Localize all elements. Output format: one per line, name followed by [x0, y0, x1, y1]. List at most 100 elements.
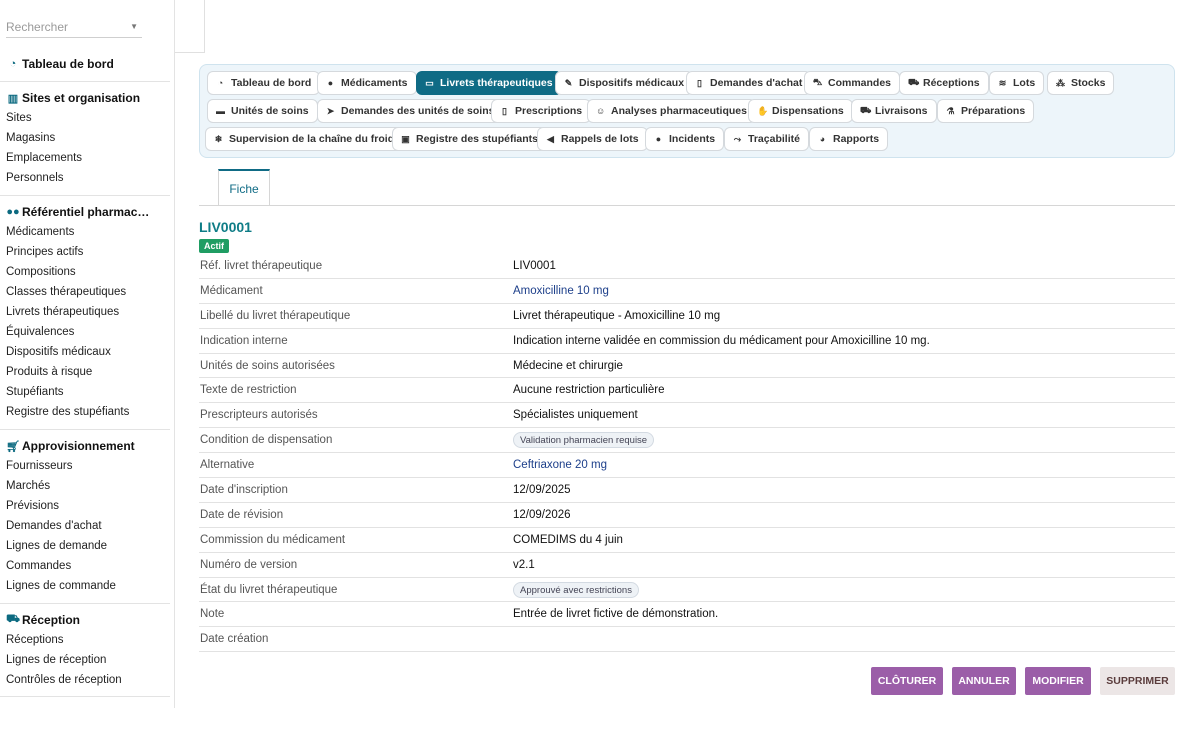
tab-commandes[interactable]: ⛍ Commandes [804, 71, 901, 95]
tab-preparations[interactable]: ⚗ Préparations [937, 99, 1035, 123]
sidebar-item-receptions[interactable]: Réceptions [0, 630, 170, 650]
bullhorn-icon: ◀ [547, 133, 554, 144]
field-label: Réf. livret thérapeutique [200, 259, 323, 272]
tab-prescriptions[interactable]: ▯ Prescriptions [491, 99, 592, 123]
sidebar-item-emplacements[interactable]: Emplacements [0, 148, 170, 168]
tab-incidents[interactable]: ● Incidents [645, 127, 725, 151]
medicament-link[interactable]: Amoxicilline 10 mg [513, 285, 609, 297]
tab-analyses-pharmaceutiques[interactable]: ☺ Analyses pharmaceutiques [587, 99, 756, 123]
sidebar-item-lignes-reception[interactable]: Lignes de réception [0, 650, 170, 670]
field-value: v2.1 [513, 558, 535, 571]
tab-medicaments[interactable]: ● Médicaments [317, 71, 417, 95]
alternative-link[interactable]: Ceftriaxone 20 mg [513, 459, 607, 471]
field-value: Spécialistes uniquement [513, 409, 638, 422]
sidebar-item-produits-a-risque[interactable]: Produits à risque [0, 362, 170, 382]
truck-icon: ⛟ [6, 613, 20, 625]
sidebar-dashboard-label: Tableau de bord [22, 57, 114, 71]
field-row: Libellé du livret thérapeutique Livret th… [199, 304, 1175, 329]
close-button[interactable]: CLÔTURER [871, 667, 943, 695]
mortar-icon: ⚗ [946, 105, 955, 116]
sidebar-item-demandes-achat[interactable]: Demandes d'achat [0, 516, 170, 536]
tab-livrets-therapeutiques[interactable]: ▭ Livrets thérapeutiques [416, 71, 562, 95]
sidebar-item-dispositifs-medicaux[interactable]: Dispositifs médicaux [0, 342, 170, 362]
user-check-icon: ☺ [596, 106, 606, 116]
tab-tracabilite[interactable]: ⤳ Traçabilité [724, 127, 809, 151]
field-row: Date création [199, 627, 1175, 653]
search-dropdown-edge [175, 0, 205, 53]
field-label: Date création [200, 633, 269, 646]
sidebar-item-lignes-commande[interactable]: Lignes de commande [0, 576, 170, 596]
sidebar-item-fournisseurs[interactable]: Fournisseurs [0, 456, 170, 476]
field-label: Commission du médicament [200, 533, 346, 546]
section-title: Réception [22, 613, 81, 627]
state-badge: Approuvé avec restrictions [513, 581, 639, 598]
sidebar-item-compositions[interactable]: Compositions [0, 262, 170, 282]
sidebar-item-commandes[interactable]: Commandes [0, 556, 170, 576]
tab-fiche[interactable]: Fiche [218, 169, 270, 206]
tab-rapports[interactable]: ◕ Rapports [809, 127, 889, 151]
tab-receptions[interactable]: ⛟ Réceptions [899, 71, 989, 95]
tab-stocks[interactable]: ⁂ Stocks [1047, 71, 1115, 95]
sidebar-item-livrets-therapeutiques[interactable]: Livrets thérapeutiques [0, 302, 170, 322]
cancel-button[interactable]: ANNULER [952, 667, 1016, 695]
sidebar-item-registre-stupefiants[interactable]: Registre des stupéfiants [0, 402, 170, 422]
search-select[interactable]: Rechercher ▼ [6, 14, 142, 38]
sidebar-item-principes-actifs[interactable]: Principes actifs [0, 242, 170, 262]
tab-label: Commandes [828, 77, 892, 89]
tab-lots[interactable]: ≋ Lots [989, 71, 1045, 95]
tab-demandes-unites-soins[interactable]: ➤ Demandes des unités de soins [317, 99, 504, 123]
book-open-icon: ▭ [425, 77, 434, 88]
field-row: Numéro de version v2.1 [199, 553, 1175, 578]
sidebar-item-classes-therapeutiques[interactable]: Classes thérapeutiques [0, 282, 170, 302]
route-icon: ⤳ [733, 133, 742, 144]
tab-label: Stocks [1071, 77, 1106, 89]
tab-label: Rapports [833, 133, 880, 145]
sidebar-item-controles-reception[interactable]: Contrôles de réception [0, 670, 170, 690]
field-label: État du livret thérapeutique [200, 583, 338, 596]
field-row: Condition de dispensation Validation phar… [199, 428, 1175, 454]
sidebar-item-stupefiants[interactable]: Stupéfiants [0, 382, 170, 402]
chevron-down-icon[interactable]: ▼ [130, 14, 138, 40]
sidebar-item-medicaments[interactable]: Médicaments [0, 222, 170, 242]
sidebar-item-previsions[interactable]: Prévisions [0, 496, 170, 516]
tab-label: Unités de soins [231, 105, 309, 117]
edit-button[interactable]: MODIFIER [1025, 667, 1091, 695]
field-value: Médecine et chirurgie [513, 359, 623, 372]
sidebar-item-marches[interactable]: Marchés [0, 476, 170, 496]
field-label: Prescripteurs autorisés [200, 409, 318, 422]
cart-icon: 🛒︎ [6, 440, 20, 453]
tab-rappels-de-lots[interactable]: ◀ Rappels de lots [537, 127, 648, 151]
tab-label: Tableau de bord [231, 77, 312, 89]
status-badge: Actif [199, 239, 229, 253]
record-details: Réf. livret thérapeutique LIV0001 Médicam… [199, 254, 1175, 653]
sidebar-item-personnels[interactable]: Personnels [0, 168, 170, 188]
sidebar-dashboard[interactable]: ◔ Tableau de bord [0, 54, 170, 74]
field-value: Indication interne validée en commission… [513, 334, 930, 347]
field-value: Livret thérapeutique - Amoxicilline 10 m… [513, 309, 721, 322]
tab-dispositifs-medicaux[interactable]: ✎ Dispositifs médicaux [555, 71, 694, 95]
tab-demandes-achat[interactable]: ▯ Demandes d'achat [686, 71, 812, 95]
tab-registre-stupefiants[interactable]: ▣ Registre des stupéfiants [392, 127, 547, 151]
tab-supervision-chaine-froid[interactable]: ❄ Supervision de la chaîne du froid [205, 127, 404, 151]
lock-icon: ▣ [401, 133, 410, 144]
gauge-icon: ◔ [9, 58, 17, 70]
delete-button[interactable]: SUPPRIMER [1100, 667, 1175, 695]
field-row: Réf. livret thérapeutique LIV0001 [199, 254, 1175, 279]
sidebar-item-lignes-demande[interactable]: Lignes de demande [0, 536, 170, 556]
tab-tableau-de-bord[interactable]: ◔ Tableau de bord [207, 71, 321, 95]
condition-badge: Validation pharmacien requise [513, 432, 655, 449]
bed-icon: ▬ [216, 106, 225, 116]
sidebar-item-magasins[interactable]: Magasins [0, 128, 170, 148]
tab-dispensations[interactable]: ✋ Dispensations [748, 99, 853, 123]
field-label: Note [200, 608, 225, 621]
sidebar-item-sites[interactable]: Sites [0, 108, 170, 128]
field-value: LIV0001 [513, 259, 556, 272]
tab-unites-de-soins[interactable]: ▬ Unités de soins [207, 99, 318, 123]
sidebar-item-equivalences[interactable]: Équivalences [0, 322, 170, 342]
field-row: Date de révision 12/09/2026 [199, 503, 1175, 528]
gauge-icon: ◔ [217, 78, 224, 88]
hand-holding-icon: ✋ [757, 105, 769, 116]
field-row: État du livret thérapeutique Approuvé ave… [199, 578, 1175, 603]
truck-icon: ⛟ [908, 77, 920, 87]
tab-livraisons[interactable]: ⛟ Livraisons [851, 99, 937, 123]
